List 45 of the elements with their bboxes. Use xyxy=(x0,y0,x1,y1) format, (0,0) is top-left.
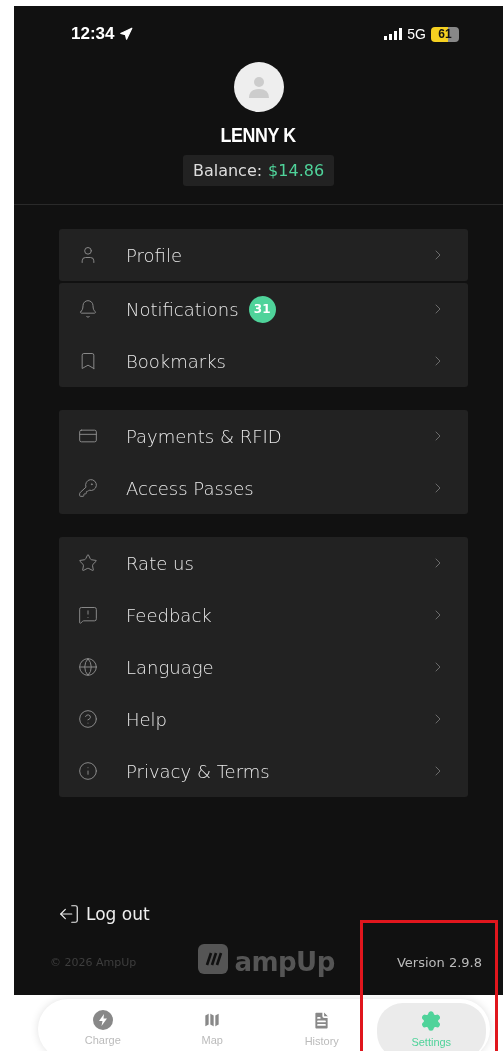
menu-item-label: Feedback xyxy=(126,604,212,626)
logout-icon xyxy=(58,903,80,925)
message-alert-icon xyxy=(78,605,98,625)
menu-item-label: Notifications xyxy=(126,298,239,320)
menu-item-label: Payments & RFID xyxy=(126,425,282,447)
menu-item[interactable]: Access Passes xyxy=(59,462,468,514)
gear-icon xyxy=(420,1010,443,1032)
menu-item[interactable]: Notifications 31 xyxy=(59,283,468,335)
user-name: LENNY K xyxy=(220,123,296,147)
balance-amount: $14.86 xyxy=(268,161,325,180)
logout-button[interactable]: Log out xyxy=(58,903,150,925)
menu-item[interactable]: Rate us xyxy=(59,537,468,589)
signal-icon xyxy=(384,28,403,40)
key-icon xyxy=(78,478,98,498)
location-icon xyxy=(119,27,134,41)
bolt-icon xyxy=(92,1010,113,1030)
battery-level: 61 xyxy=(431,26,459,42)
menu-item-label: Language xyxy=(126,656,214,678)
bell-icon xyxy=(78,299,98,319)
person-silhouette-icon xyxy=(247,76,270,98)
menu-item-label: Profile xyxy=(126,244,182,266)
menu-item-label: Access Passes xyxy=(126,477,254,499)
info-icon xyxy=(78,761,98,781)
star-icon xyxy=(78,553,98,573)
help-icon xyxy=(78,709,98,729)
menu-item-label: Privacy & Terms xyxy=(126,760,270,782)
notification-count: 31 xyxy=(248,295,276,323)
menu-item[interactable]: Bookmarks xyxy=(59,335,468,387)
balance-label: Balance: xyxy=(192,161,263,180)
globe-icon xyxy=(78,657,98,677)
menu-item-label: Rate us xyxy=(126,552,194,574)
menu-item[interactable]: Payments & RFID xyxy=(59,410,468,462)
menu-item[interactable]: Help xyxy=(59,693,468,745)
network-label: 5G xyxy=(407,26,426,42)
menu-item[interactable]: Privacy & Terms xyxy=(59,745,468,797)
ampup-logo: ampUp xyxy=(198,944,335,980)
menu-item[interactable]: Language xyxy=(59,641,468,693)
menu-item-label: Bookmarks xyxy=(126,350,226,372)
version-text: Version 2.9.8 xyxy=(397,954,482,970)
avatar[interactable] xyxy=(233,62,284,112)
menu-item[interactable]: Profile xyxy=(59,229,468,281)
status-time: 12:34 xyxy=(71,24,115,44)
menu-item-label: Help xyxy=(126,708,168,730)
logo-mark-icon xyxy=(198,944,229,974)
menu-item[interactable]: Feedback xyxy=(59,589,468,641)
